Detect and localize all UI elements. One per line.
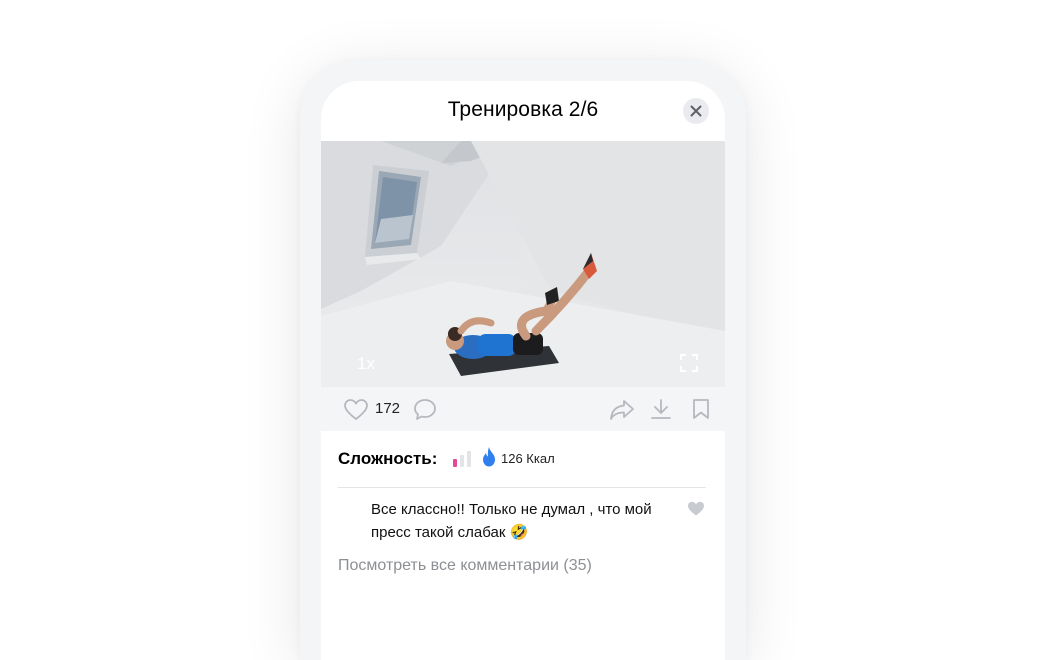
close-button[interactable] xyxy=(683,98,709,124)
actions-bar: 172 xyxy=(321,387,725,431)
workout-screen: Тренировка 2/6 1x 172 Сложность: 126 Кка… xyxy=(321,81,725,660)
fullscreen-icon[interactable] xyxy=(679,353,699,373)
workout-video[interactable]: 1x xyxy=(321,141,725,387)
comment-bubble-icon[interactable] xyxy=(413,398,437,421)
flame-icon xyxy=(483,447,495,467)
difficulty-label: Сложность: xyxy=(338,449,438,468)
comment-text: Все классно!! Только не думал , что мой … xyxy=(371,501,652,541)
download-icon[interactable] xyxy=(650,398,672,420)
view-all-comments-link[interactable]: Посмотреть все комментарии (35) xyxy=(338,557,592,575)
bookmark-icon[interactable] xyxy=(692,398,710,420)
video-frame-image xyxy=(321,141,725,387)
close-icon xyxy=(690,105,702,117)
difficulty-bars-icon xyxy=(453,451,471,467)
workout-stats: Сложность: 126 Ккал xyxy=(338,441,708,475)
heart-outline-icon[interactable] xyxy=(344,399,368,421)
share-arrow-icon[interactable] xyxy=(609,399,635,421)
header: Тренировка 2/6 xyxy=(321,81,725,141)
likes-count: 172 xyxy=(375,400,401,417)
playback-speed-button[interactable]: 1x xyxy=(357,354,375,374)
divider xyxy=(338,487,706,488)
heart-filled-icon[interactable] xyxy=(687,501,705,517)
page-title: Тренировка 2/6 xyxy=(447,98,599,121)
phone-frame: Тренировка 2/6 1x 172 Сложность: 126 Кка… xyxy=(300,60,746,660)
calories-value: 126 Ккал xyxy=(501,451,555,466)
